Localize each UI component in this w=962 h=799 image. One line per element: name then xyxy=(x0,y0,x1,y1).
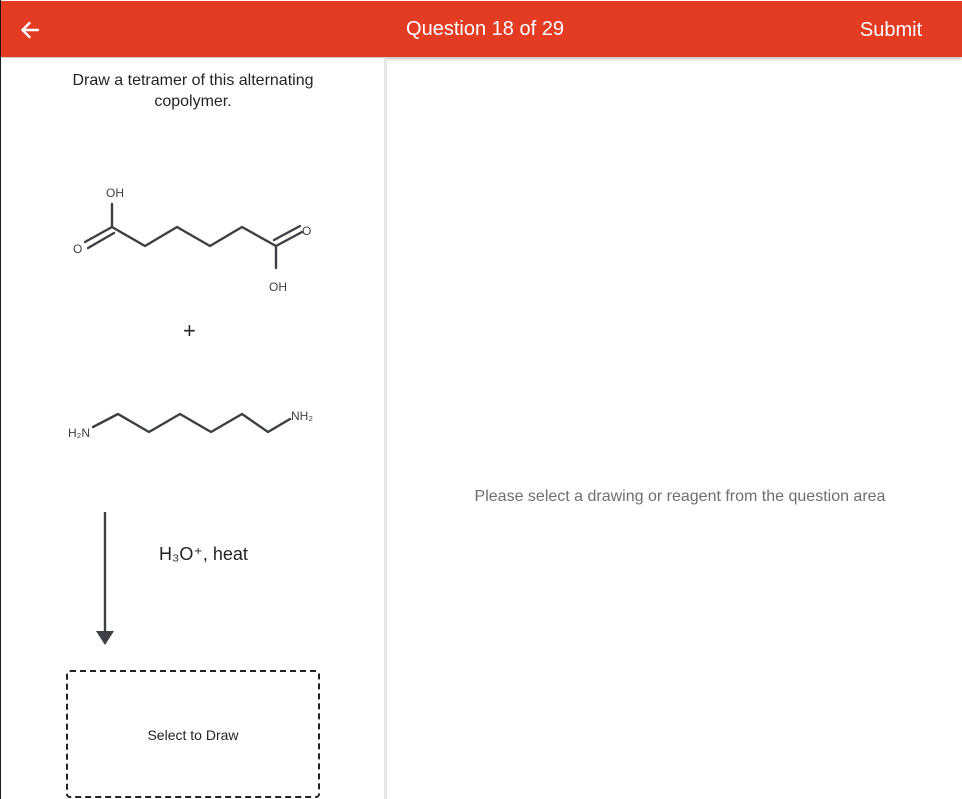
workspace-placeholder: Please select a drawing or reagent from … xyxy=(474,488,886,505)
dicarboxylic-acid-structure[interactable]: OH O O OH xyxy=(73,186,311,294)
select-to-draw-label: Select to Draw xyxy=(147,727,239,743)
reaction-arrow xyxy=(96,512,114,645)
plus-sign: + xyxy=(183,318,196,343)
carbonyl-oxygen-right: O xyxy=(302,224,311,238)
amine-label-right: NH₂ xyxy=(291,409,313,423)
hydroxyl-label-top: OH xyxy=(106,186,124,200)
diamine-structure[interactable]: H₂N NH₂ xyxy=(68,409,313,440)
hydroxyl-label-bottom: OH xyxy=(269,280,287,294)
answer-drawing-box[interactable]: Select to Draw xyxy=(66,670,320,798)
reaction-conditions[interactable]: H₃O⁺, heat xyxy=(159,544,248,565)
amine-label-left: H₂N xyxy=(68,426,90,440)
carbonyl-oxygen-left: O xyxy=(73,242,82,256)
